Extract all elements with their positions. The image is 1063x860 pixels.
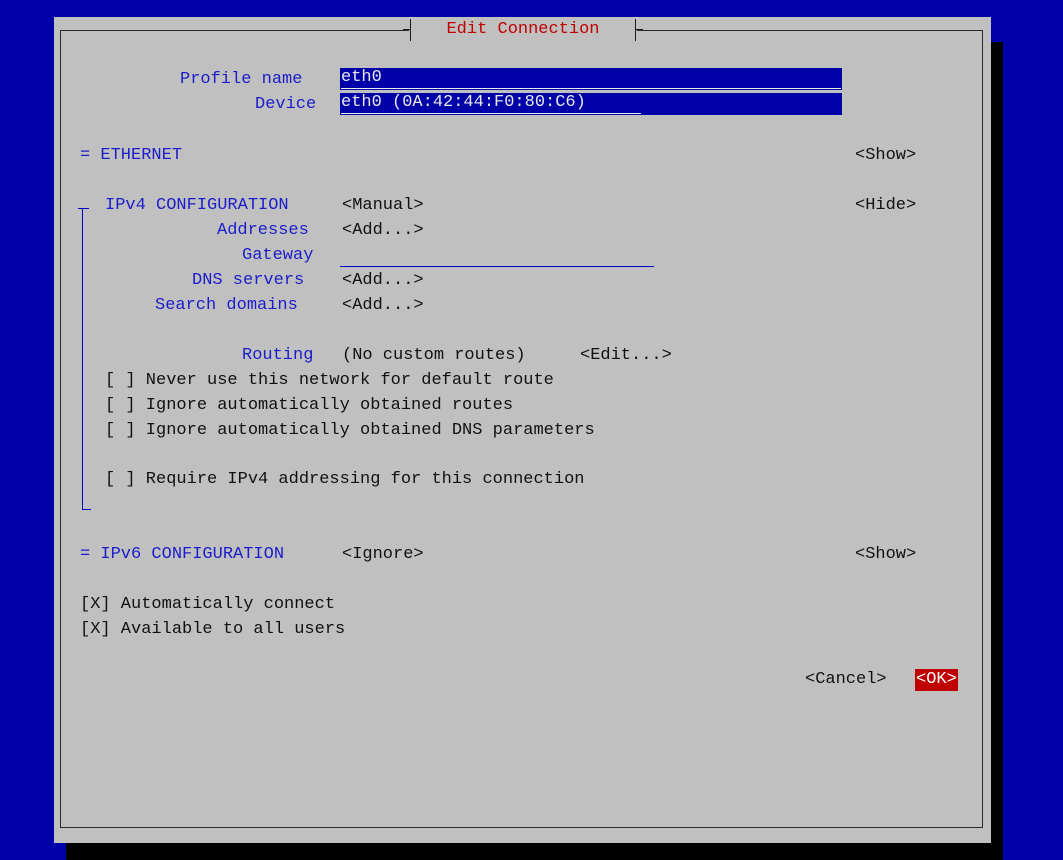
search-domains-label: Search domains	[155, 296, 298, 315]
dns-servers-add-button[interactable]: <Add...>	[342, 271, 424, 291]
cancel-button[interactable]: <Cancel>	[805, 670, 887, 690]
ipv6-section-header[interactable]: = IPv6 CONFIGURATION	[80, 545, 284, 565]
dialog-title: Edit Connection	[446, 20, 600, 39]
ipv4-section-header[interactable]: IPv4 CONFIGURATION	[105, 196, 289, 216]
profile-name-label: Profile name	[180, 70, 303, 89]
profile-name-input[interactable]: eth0	[340, 68, 842, 90]
ipv6-show-button[interactable]: <Show>	[855, 545, 916, 565]
routing-label: Routing	[242, 346, 314, 365]
dns-servers-label: DNS servers	[192, 271, 305, 290]
gateway-label: Gateway	[242, 246, 314, 265]
device-input[interactable]: eth0 (0A:42:44:F0:80:C6)	[340, 93, 842, 115]
device-label: Device	[255, 95, 317, 114]
ethernet-show-button[interactable]: <Show>	[855, 146, 916, 166]
ignore-routes-checkbox[interactable]: [ ] Ignore automatically obtained routes	[105, 396, 513, 416]
ipv4-hide-button[interactable]: <Hide>	[855, 196, 916, 216]
ok-button[interactable]: <OK>	[915, 669, 958, 691]
ipv4-section-bracket	[78, 208, 91, 510]
addresses-add-button[interactable]: <Add...>	[342, 221, 424, 241]
all-users-checkbox[interactable]: [X] Available to all users	[80, 620, 345, 640]
profile-name-value: eth0	[341, 68, 841, 89]
ethernet-section-header[interactable]: = ETHERNET	[80, 146, 182, 166]
search-domains-add-button[interactable]: <Add...>	[342, 296, 424, 316]
routing-edit-button[interactable]: <Edit...>	[580, 346, 672, 366]
auto-connect-checkbox[interactable]: [X] Automatically connect	[80, 595, 335, 615]
dialog-title-box: Edit Connection	[403, 17, 643, 43]
ipv6-mode-dropdown[interactable]: <Ignore>	[342, 545, 424, 565]
require-ipv4-checkbox[interactable]: [ ] Require IPv4 addressing for this con…	[105, 470, 584, 490]
ipv4-mode-dropdown[interactable]: <Manual>	[342, 196, 424, 216]
device-value: eth0 (0A:42:44:F0:80:C6)	[341, 93, 641, 114]
routing-value: (No custom routes)	[342, 346, 526, 365]
gateway-input[interactable]	[340, 266, 654, 267]
ignore-dns-checkbox[interactable]: [ ] Ignore automatically obtained DNS pa…	[105, 421, 595, 441]
never-default-route-checkbox[interactable]: [ ] Never use this network for default r…	[105, 371, 554, 391]
addresses-label: Addresses	[217, 221, 309, 240]
